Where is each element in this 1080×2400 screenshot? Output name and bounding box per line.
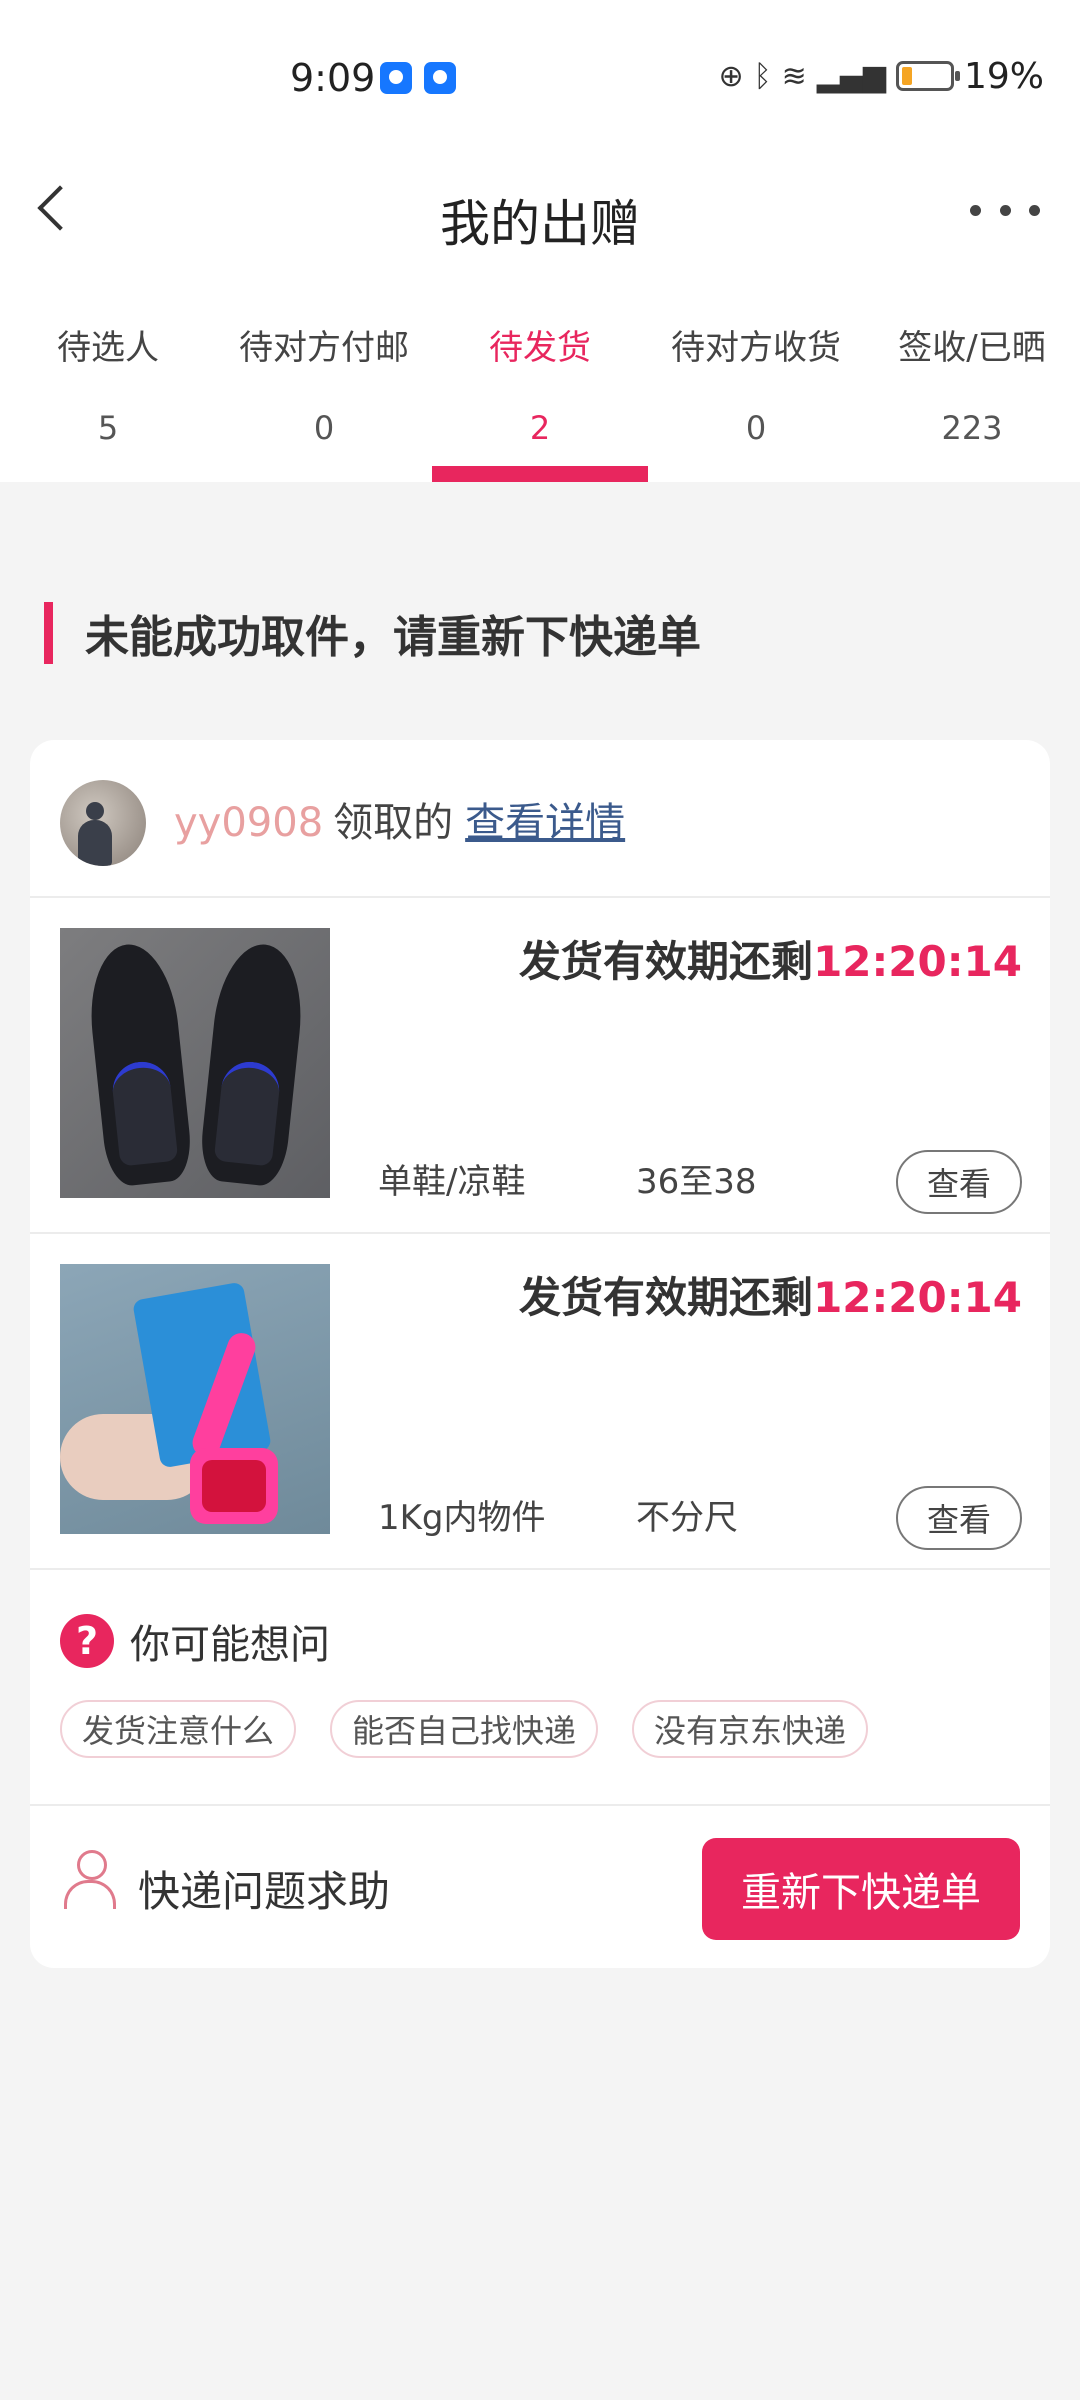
faq-chip[interactable]: 没有京东快递 (632, 1700, 869, 1758)
tab-label: 签收/已晒 (898, 328, 1046, 368)
list-item: 发货有效期还剩12:20:14 单鞋/凉鞋 36至38 查看 (30, 898, 1050, 1234)
faq-chip[interactable]: 发货注意什么 (60, 1700, 297, 1758)
user-icon[interactable] (64, 1850, 116, 1910)
item-thumbnail[interactable] (60, 928, 330, 1198)
tab-count: 223 (941, 409, 1003, 447)
status-time: 9:09 (290, 56, 376, 100)
section-header: 未能成功取件，请重新下快递单 (44, 602, 701, 664)
item-size: 36至38 (636, 1162, 757, 1202)
tab-label: 待对方付邮 (239, 328, 409, 368)
tab-received[interactable]: 签收/已晒 223 (864, 290, 1080, 482)
status-bar: 9:09 ⊕ ᛒ ≋ ▂▄▆ 19% (0, 0, 1080, 160)
receiver-line: yy0908 领取的 查看详情 (174, 790, 625, 848)
page-title: 我的出赠 (440, 195, 640, 253)
courier-help-link[interactable]: 快递问题求助 (138, 1858, 390, 1919)
faq-section: ? 你可能想问 发货注意什么 能否自己找快递 没有京东快递 (30, 1570, 1050, 1806)
tab-pending-select[interactable]: 待选人 5 (0, 290, 216, 482)
tab-pending-postage[interactable]: 待对方付邮 0 (216, 290, 432, 482)
app-icon (380, 62, 412, 94)
tab-pending-receipt[interactable]: 待对方收货 0 (648, 290, 864, 482)
faq-chips: 发货注意什么 能否自己找快递 没有京东快递 (60, 1700, 869, 1758)
shipment-card: yy0908 领取的 查看详情 发货有效期还剩12:20:14 单鞋/凉鞋 36至3… (30, 740, 1050, 1968)
tab-label: 待选人 (57, 328, 159, 368)
view-details-link[interactable]: 查看详情 (465, 800, 625, 846)
faq-chip[interactable]: 能否自己找快递 (330, 1700, 599, 1758)
item-category: 单鞋/凉鞋 (378, 1162, 526, 1202)
bluetooth-icon: ᛒ (753, 58, 772, 94)
question-icon: ? (60, 1614, 114, 1668)
wifi-icon: ≋ (781, 58, 807, 94)
more-dots-icon[interactable] (970, 190, 1040, 230)
item-thumbnail[interactable] (60, 1264, 330, 1534)
item-category: 1Kg内物件 (378, 1498, 546, 1538)
shoe-shape (83, 940, 195, 1188)
dot (970, 204, 981, 216)
shipping-deadline: 发货有效期还剩12:20:14 (519, 1264, 1022, 1325)
faq-header: ? 你可能想问 (60, 1612, 330, 1670)
status-tabs: 待选人 5 待对方付邮 0 待发货 2 待对方收货 0 签收/已晒 223 (0, 290, 1080, 482)
section-accent-bar (44, 602, 53, 664)
battery-icon (895, 61, 960, 91)
dot (1029, 204, 1040, 216)
receiver-action: 领取的 (333, 800, 454, 846)
avatar[interactable] (60, 780, 146, 866)
reorder-courier-button[interactable]: 重新下快递单 (702, 1838, 1020, 1940)
receiver-row: yy0908 领取的 查看详情 (30, 740, 1050, 898)
tab-count: 0 (745, 409, 767, 447)
tab-label: 待对方收货 (671, 328, 841, 368)
view-button[interactable]: 查看 (896, 1150, 1022, 1214)
tab-pending-shipment[interactable]: 待发货 2 (432, 290, 648, 482)
deadline-label: 发货有效期还剩 (519, 937, 814, 986)
app-icon (424, 62, 456, 94)
deadline-time: 12:20:14 (813, 937, 1022, 986)
help-row: 快递问题求助 重新下快递单 (30, 1808, 1050, 1968)
tab-underline (432, 466, 648, 482)
faq-title: 你可能想问 (130, 1622, 330, 1668)
list-item: 发货有效期还剩12:20:14 1Kg内物件 不分尺 查看 (30, 1234, 1050, 1570)
tab-count: 5 (97, 409, 119, 447)
shipping-deadline: 发货有效期还剩12:20:14 (519, 928, 1022, 989)
dot (999, 204, 1011, 216)
item-size: 不分尺 (636, 1498, 738, 1538)
battery-percent: 19% (963, 55, 1044, 97)
receiver-name[interactable]: yy0908 (174, 800, 323, 846)
app-header: 我的出赠 (0, 150, 1080, 290)
tab-count: 0 (313, 409, 335, 447)
section-title: 未能成功取件，请重新下快递单 (85, 612, 701, 663)
deadline-time: 12:20:14 (813, 1273, 1022, 1322)
data-icon: ⊕ (718, 58, 744, 94)
comb-head-shape (190, 1448, 278, 1524)
tab-label: 待发货 (489, 328, 591, 368)
shoe-shape (197, 940, 309, 1188)
tab-count: 2 (529, 409, 551, 447)
signal-icon: ▂▄▆ (816, 58, 886, 94)
view-button[interactable]: 查看 (896, 1486, 1022, 1550)
deadline-label: 发货有效期还剩 (519, 1273, 814, 1322)
status-system-icons: ⊕ ᛒ ≋ ▂▄▆ 19% (718, 55, 1044, 97)
